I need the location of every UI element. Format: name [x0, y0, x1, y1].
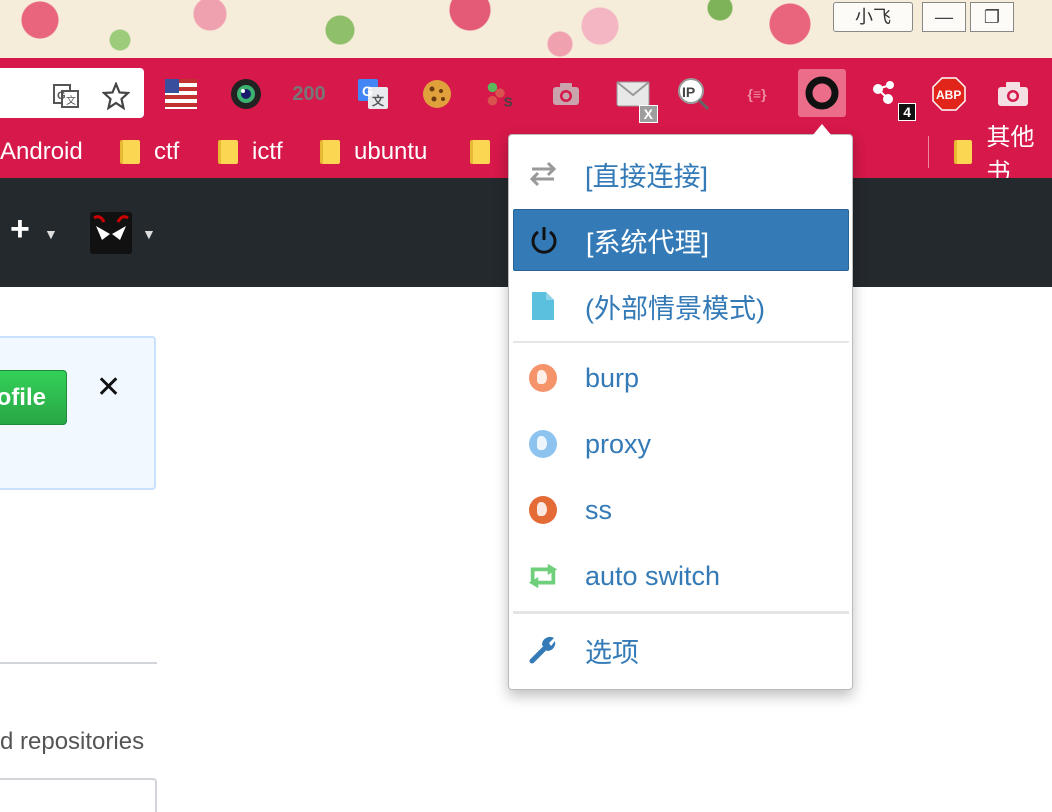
avatar[interactable] — [90, 212, 132, 254]
bookmark-android[interactable]: Android — [0, 136, 83, 168]
share-badge-icon[interactable]: 4 — [868, 77, 916, 121]
switchyomega-icon[interactable] — [798, 69, 846, 117]
folder-icon — [470, 140, 490, 164]
screenshot-camera-icon[interactable] — [549, 77, 583, 111]
new-plus-button[interactable]: + — [10, 212, 30, 246]
menu-item-auto-switch[interactable]: auto switch — [513, 545, 849, 607]
svg-text:IP: IP — [682, 84, 695, 100]
menu-item-external-profile[interactable]: (外部情景模式) — [513, 275, 849, 337]
menu-item-direct[interactable]: [直接连接] — [513, 143, 849, 205]
toolbar: G文 200 G文 S X IP {≡} 4 ABP — [0, 58, 1052, 128]
wrench-icon — [527, 634, 559, 666]
title-bar: 小飞 — ❐ — [0, 0, 1052, 58]
menu-item-label: 选项 — [585, 637, 639, 668]
menu-item-system-proxy[interactable]: [系统代理] — [513, 209, 849, 271]
folder-icon — [954, 140, 973, 164]
bookmark-label: Android — [0, 138, 83, 165]
proxy-switch-menu: [直接连接] [系统代理] (外部情景模式) burp proxy ss aut… — [508, 134, 853, 690]
auto-switch-icon — [527, 560, 559, 592]
bookmark-label: ictf — [252, 138, 283, 165]
repositories-text: d repositories — [0, 728, 145, 755]
adblock-plus-icon[interactable]: ABP — [932, 77, 966, 111]
bookmark-ubuntu[interactable]: ubuntu — [320, 136, 427, 168]
globe-icon — [527, 362, 559, 394]
close-icon[interactable]: ✕ — [96, 370, 121, 405]
menu-item-label: [直接连接] — [585, 161, 709, 192]
star-icon[interactable] — [101, 81, 131, 115]
folder-icon — [218, 140, 238, 164]
address-bar[interactable]: G文 — [0, 68, 144, 118]
repository-filter-input[interactable] — [0, 778, 157, 812]
menu-item-label: [系统代理] — [586, 227, 710, 258]
divider — [0, 662, 157, 664]
menu-divider — [513, 611, 849, 614]
profile-button[interactable]: 小飞 — [833, 2, 913, 32]
json-viewer-icon[interactable]: {≡} — [740, 77, 774, 111]
chevron-down-icon[interactable]: ▼ — [142, 226, 156, 242]
svg-text:S: S — [504, 94, 513, 109]
menu-divider — [513, 341, 849, 343]
menu-item-label: proxy — [585, 428, 652, 459]
svg-text:G: G — [57, 90, 66, 102]
bookmark-label: ctf — [154, 138, 180, 165]
globe-icon — [527, 428, 559, 460]
menu-item-ss[interactable]: ss — [513, 479, 849, 541]
share-badge: 4 — [898, 103, 916, 121]
status-200-icon[interactable]: 200 — [292, 77, 326, 111]
browser-window: 小飞 — ❐ G文 200 G文 S X IP {≡} 4 ABP Androi… — [0, 0, 1052, 812]
globe-icon — [527, 494, 559, 526]
cookie-icon[interactable] — [420, 77, 454, 111]
bookmark-ictf[interactable]: ictf — [218, 136, 283, 168]
flag-icon[interactable] — [164, 77, 198, 111]
bookmark-folder[interactable] — [470, 136, 504, 168]
menu-item-label: auto switch — [585, 560, 721, 591]
direct-connect-icon — [527, 158, 559, 190]
file-icon — [527, 290, 559, 322]
bookmark-label: 其他书 — [986, 124, 1035, 186]
capture-camera-icon[interactable] — [996, 77, 1030, 111]
svg-text:文: 文 — [372, 93, 385, 108]
menu-item-label: (外部情景模式) — [585, 293, 765, 324]
menu-item-burp[interactable]: burp — [513, 347, 849, 409]
proxy-s-icon[interactable]: S — [483, 77, 517, 111]
ip-lookup-icon[interactable]: IP — [676, 77, 710, 111]
bookmark-label: ubuntu — [354, 138, 428, 165]
minimize-button[interactable]: — — [922, 2, 966, 32]
mail-x-icon[interactable]: X — [612, 77, 658, 123]
menu-item-label: burp — [585, 362, 640, 393]
menu-item-proxy[interactable]: proxy — [513, 413, 849, 475]
menu-item-options[interactable]: 选项 — [513, 619, 849, 681]
edit-profile-button[interactable]: ofile — [0, 370, 67, 425]
mail-badge: X — [638, 105, 658, 123]
bookmark-other[interactable]: 其他书 — [954, 124, 1052, 186]
svg-text:ABP: ABP — [936, 88, 961, 102]
menu-item-label: ss — [585, 494, 612, 525]
google-translate-icon[interactable]: G文 — [356, 77, 390, 111]
power-icon — [528, 224, 560, 256]
bookmark-ctf[interactable]: ctf — [120, 136, 179, 168]
bookmarks-divider — [928, 136, 929, 168]
popup-caret — [812, 124, 832, 136]
translate-icon[interactable]: G文 — [52, 82, 80, 115]
folder-icon — [320, 140, 340, 164]
restore-button[interactable]: ❐ — [970, 2, 1014, 32]
folder-icon — [120, 140, 140, 164]
svg-text:文: 文 — [66, 94, 76, 107]
camera-lens-icon[interactable] — [229, 77, 263, 111]
chevron-down-icon[interactable]: ▼ — [44, 226, 58, 242]
